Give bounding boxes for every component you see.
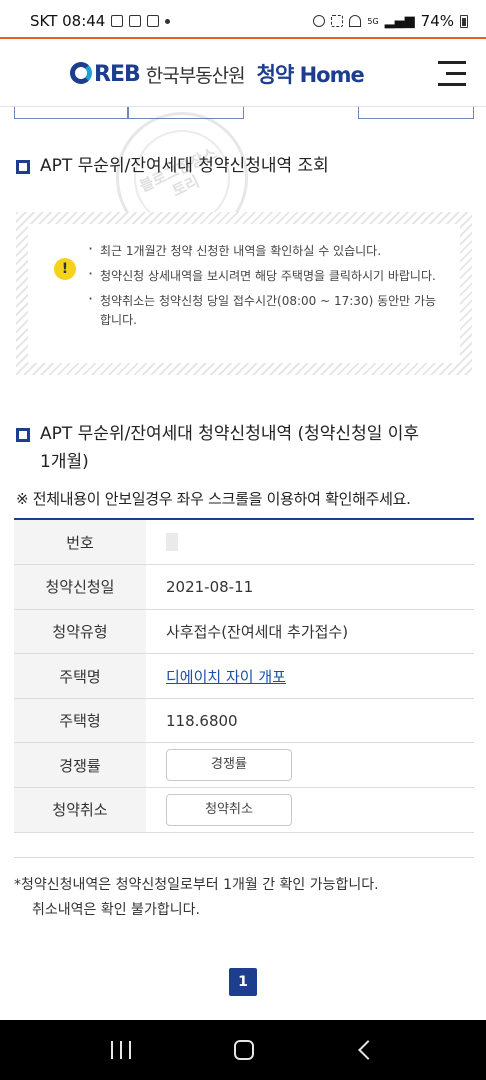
section-title-inquiry: APT 무순위/잔여세대 청약신청내역 조회 — [16, 152, 329, 180]
row-label: 주택형 — [14, 698, 146, 743]
site-logo[interactable]: REB 한국부동산원 청약 Home — [70, 59, 365, 89]
row-value-type: 사후접수(잔여세대 추가접수) — [166, 622, 349, 641]
section-title-text: APT 무순위/잔여세대 청약신청내역 조회 — [40, 156, 329, 176]
footnote-line: 취소내역은 확인 불가합니다. — [32, 902, 200, 918]
back-icon[interactable] — [358, 1040, 379, 1060]
carrier-time: SKT 08:44 — [30, 12, 106, 30]
row-label: 청약신청일 — [14, 564, 146, 610]
row-label: 경쟁률 — [14, 742, 146, 788]
alarm-icon — [313, 15, 326, 27]
table-row: 청약신청일 2021-08-11 — [14, 564, 474, 610]
row-label: 번호 — [14, 520, 146, 565]
hamburger-icon[interactable] — [438, 61, 466, 86]
warning-icon: ! — [54, 258, 76, 280]
table-row: 청약유형 사후접수(잔여세대 추가접수) — [14, 609, 474, 654]
wifi-icon — [349, 15, 362, 27]
scroll-instruction: ※ 전체내용이 안보일경우 좌우 스크롤을 이용하여 확인해주세요. — [16, 490, 411, 508]
row-value-date: 2021-08-11 — [166, 577, 254, 596]
network-type: 5G — [367, 16, 379, 26]
row-value-housing-type: 118.6800 — [166, 711, 238, 730]
notice-list: 최근 1개월간 청약 신청한 내역을 확인하실 수 있습니다. 청약신청 상세내… — [88, 239, 444, 330]
home-icon[interactable] — [233, 1040, 254, 1060]
site-header: REB 한국부동산원 청약 Home — [0, 39, 486, 107]
page-button-current[interactable]: 1 — [229, 968, 257, 996]
image-icon — [129, 15, 142, 27]
notice-item: 청약신청 상세내역을 보시려면 해당 주택명을 클릭하시기 바랍니다. — [88, 264, 444, 286]
row-value-number — [146, 520, 474, 565]
org-name: 한국부동산원 — [145, 64, 246, 87]
battery-icon — [460, 14, 468, 28]
table-row: 청약취소 청약취소 — [14, 787, 474, 833]
android-nav-bar — [0, 1020, 486, 1080]
section-divider — [14, 857, 474, 858]
row-label: 청약취소 — [14, 787, 146, 833]
section-title-history: APT 무순위/잔여세대 청약신청내역 (청약신청일 이후 1개월) — [16, 420, 419, 476]
gallery-icon — [111, 15, 124, 27]
house-name-link[interactable]: 디에이치 자이 개포 — [166, 668, 286, 686]
tab-button-partial-1[interactable] — [14, 107, 128, 119]
application-detail-table: 번호 청약신청일 2021-08-11 청약유형 사후접수(잔여세대 추가접수)… — [14, 520, 474, 833]
status-bar: SKT 08:44 5G ▂▄▆ 74% — [0, 0, 486, 42]
notification-dot-icon — [165, 18, 171, 24]
section-title-text: APT 무순위/잔여세대 청약신청내역 (청약신청일 이후 1개월) — [40, 424, 420, 472]
footnote-line: *청약신청내역은 청약신청일로부터 1개월 간 확인 가능합니다. — [14, 877, 379, 893]
mute-icon — [331, 15, 344, 27]
competition-rate-button[interactable]: 경쟁률 — [166, 749, 292, 782]
puzzle-icon — [147, 15, 160, 27]
notice-item: 최근 1개월간 청약 신청한 내역을 확인하실 수 있습니다. — [88, 239, 444, 261]
signal-icon: ▂▄▆ — [384, 13, 415, 29]
reb-logo-mark: REB — [70, 61, 141, 87]
square-bullet-icon — [16, 428, 30, 442]
table-row: 주택명 디에이치 자이 개포 — [14, 653, 474, 699]
square-bullet-icon — [16, 160, 30, 174]
notice-item: 청약취소는 청약신청 당일 접수시간(08:00 ~ 17:30) 동안만 가능… — [88, 289, 444, 330]
row-label: 청약유형 — [14, 609, 146, 654]
battery-percent: 74% — [420, 12, 454, 30]
table-row: 번호 — [14, 520, 474, 565]
redacted-number — [166, 533, 178, 552]
table-row: 주택형 118.6800 — [14, 698, 474, 743]
recent-apps-icon[interactable] — [110, 1041, 133, 1059]
brand-name: 청약 Home — [256, 63, 365, 87]
notice-box: ! 최근 1개월간 청약 신청한 내역을 확인하실 수 있습니다. 청약신청 상… — [16, 212, 472, 375]
cancel-application-button[interactable]: 청약취소 — [166, 793, 292, 826]
table-row: 경쟁률 경쟁률 — [14, 742, 474, 788]
tab-button-partial-3[interactable] — [358, 107, 474, 119]
top-tab-buttons-partial — [0, 107, 486, 121]
footnote: *청약신청내역은 청약신청일로부터 1개월 간 확인 가능합니다. 취소내역은 … — [14, 873, 379, 923]
row-label: 주택명 — [14, 653, 146, 699]
